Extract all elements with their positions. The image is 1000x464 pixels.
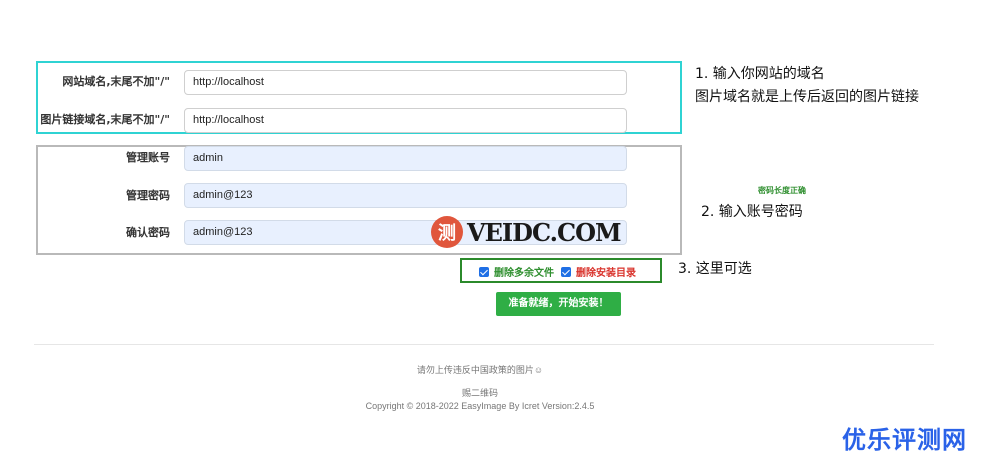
checkbox-checked-icon[interactable] — [561, 266, 571, 277]
image-domain-label: 图片链接域名,末尾不加"/" — [40, 113, 170, 126]
admin-password-label: 管理密码 — [126, 189, 170, 202]
site-domain-input[interactable]: http://localhost — [184, 70, 627, 95]
note-2: 2. 输入账号密码 — [701, 204, 803, 220]
admin-user-label: 管理账号 — [126, 151, 170, 164]
watermark-circle-icon: 测 — [431, 216, 463, 248]
checkbox-checked-icon[interactable] — [479, 266, 489, 277]
footer-divider — [34, 344, 934, 345]
delete-extra-files-option[interactable]: 删除多余文件 — [479, 264, 554, 279]
image-domain-input[interactable]: http://localhost — [184, 108, 627, 133]
footer-policy-text: 请勿上传违反中国政策的图片☺ — [416, 365, 544, 375]
delete-extra-files-label: 删除多余文件 — [494, 268, 554, 279]
note-1-title: 1. 输入你网站的域名 — [695, 66, 825, 82]
delete-install-dir-label: 删除安装目录 — [576, 268, 636, 279]
watermark-logo: 测 VEIDC.COM — [431, 216, 622, 248]
watermark-text: VEIDC.COM — [467, 217, 622, 247]
footer-qrcode-text[interactable]: 赐二维码 — [0, 386, 960, 399]
admin-password-input[interactable]: admin@123 — [184, 183, 627, 208]
site-domain-label: 网站域名,末尾不加"/" — [62, 75, 170, 88]
footer-copyright: Copyright © 2018-2022 EasyImage By Icret… — [365, 401, 595, 411]
delete-install-dir-option[interactable]: 删除安装目录 — [561, 264, 636, 279]
password-length-hint: 密码长度正确 — [758, 186, 806, 195]
note-3: 3. 这里可选 — [678, 261, 752, 277]
start-install-button[interactable]: 准备就绪，开始安装！ — [496, 292, 621, 316]
confirm-password-label: 确认密码 — [126, 226, 170, 239]
note-1-detail: 图片域名就是上传后返回的图片链接 — [695, 89, 919, 105]
brand-watermark: 优乐评测网 — [842, 426, 967, 454]
admin-user-input[interactable]: admin — [184, 146, 627, 171]
